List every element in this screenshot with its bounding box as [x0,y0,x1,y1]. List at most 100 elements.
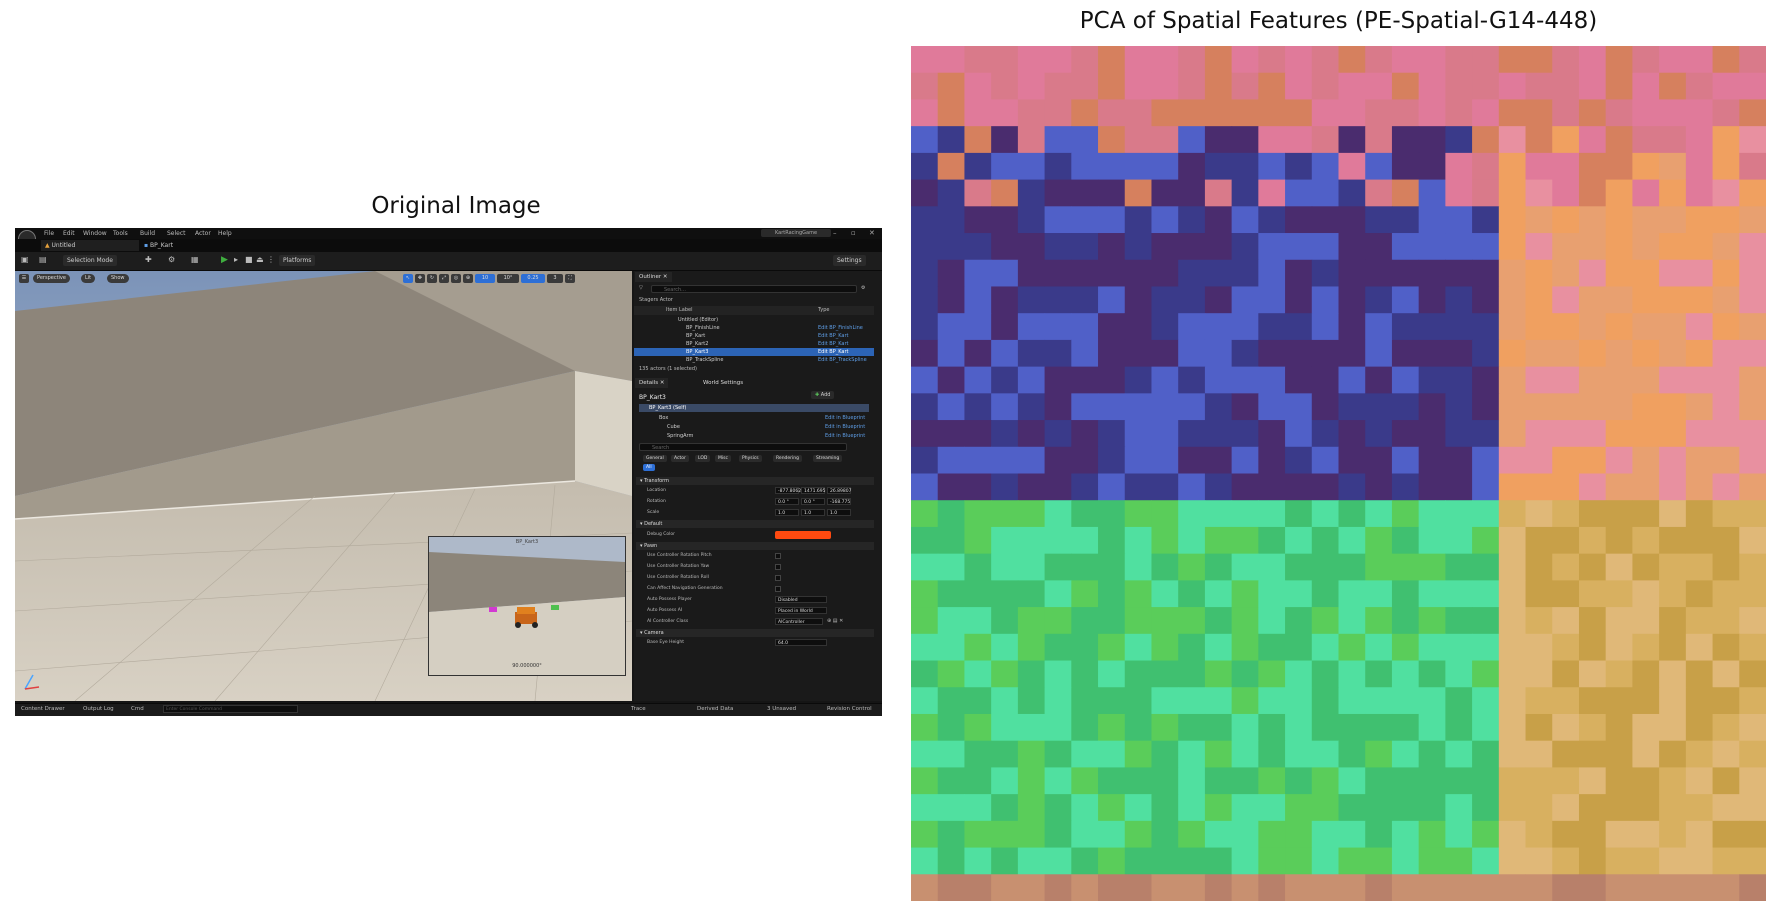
trace-button[interactable]: Trace [631,706,646,712]
browse-icon[interactable]: ⊕ ▤ ✕ [827,618,843,624]
blueprint-menu-icon[interactable]: ⚙ [168,255,175,264]
category-all[interactable]: All [643,464,655,471]
close-button[interactable]: ✕ [869,229,875,237]
eject-icon[interactable]: ⏏ [256,255,264,264]
component-link[interactable]: Edit in Blueprint [825,423,865,431]
rotation-x[interactable]: 0.0 ° [775,498,799,505]
outliner-row-selected[interactable]: BP_Kart3 Edit BP_Kart [634,348,874,356]
surface-snap-icon[interactable]: ⊕ [463,274,473,283]
scale-x[interactable]: 1.0 [775,509,799,516]
location-y[interactable]: 1471.695 [801,487,825,494]
lit-button[interactable]: Lit [81,274,96,283]
menu-window[interactable]: Window [83,230,107,237]
more-options-icon[interactable]: ⋮ [267,255,275,264]
outliner-row[interactable]: BP_Kart Edit BP_Kart [634,332,874,340]
category-actor[interactable]: Actor [671,455,689,462]
menu-actor[interactable]: Actor [195,230,211,237]
unsaved-button[interactable]: 3 Unsaved [767,706,796,712]
pawn-prop-checkbox[interactable] [775,575,781,581]
pawn-prop-checkbox[interactable] [775,553,781,559]
details-tab[interactable]: Details ✕ [635,378,669,388]
cinematics-icon[interactable]: ▦ [191,255,199,264]
auto-possess-player-select[interactable]: Disabled [775,596,827,603]
outliner-settings-icon[interactable]: ⚙ [861,285,865,291]
pawn-section[interactable]: ▾ Pawn [636,542,874,550]
save-icon[interactable]: ▣ [21,255,29,264]
scale-snap-button[interactable]: 0.25 [521,274,545,283]
rotate-tool-icon[interactable]: ↻ [427,274,437,283]
menu-tools[interactable]: Tools [113,230,128,237]
step-icon[interactable]: ▸ [234,255,238,264]
location-x[interactable]: -877.8062 [775,487,801,494]
scale-z[interactable]: 1.0 [827,509,851,516]
translate-tool-icon[interactable]: ✥ [415,274,425,283]
menu-file[interactable]: File [44,230,54,237]
pawn-prop-checkbox[interactable] [775,564,781,570]
pawn-prop-checkbox[interactable] [775,586,781,592]
outliner-search[interactable]: Search... [651,285,857,293]
selection-mode-button[interactable]: Selection Mode [63,255,117,266]
rotation-snap-button[interactable]: 10° [497,274,519,283]
menu-help[interactable]: Help [218,230,232,237]
show-button[interactable]: Show [107,274,129,283]
camera-speed-button[interactable]: 3 [547,274,563,283]
filter-icon[interactable]: ▽ [639,285,643,291]
outliner-row[interactable]: BP_FinishLine Edit BP_FinishLine [634,324,874,332]
tab-bp-kart[interactable]: ▪ BP_Kart [140,240,238,251]
settings-button[interactable]: Settings [833,255,866,266]
category-misc[interactable]: Misc [715,455,731,462]
component-row[interactable]: Box Edit in Blueprint [639,414,869,422]
camera-section[interactable]: ▾ Camera [636,629,874,637]
play-icon[interactable]: ▶ [221,255,228,265]
content-browser-icon[interactable]: ▤ [39,255,47,264]
location-z[interactable]: 26.89807 [827,487,851,494]
minimize-button[interactable]: – [833,229,837,237]
console-input[interactable]: Enter Console Command [163,705,298,713]
scale-y[interactable]: 1.0 [801,509,825,516]
details-search[interactable]: Search [639,443,847,451]
category-streaming[interactable]: Streaming [813,455,843,462]
menu-build[interactable]: Build [140,230,155,237]
derived-data-button[interactable]: Derived Data [697,706,733,712]
menu-edit[interactable]: Edit [63,230,75,237]
stop-icon[interactable]: ■ [245,255,253,264]
viewport-menu-icon[interactable]: ☰ [19,274,29,283]
content-drawer-button[interactable]: Content Drawer [21,706,65,712]
auto-possess-ai-select[interactable]: Placed in World [775,607,827,614]
revision-control-button[interactable]: Revision Control [827,706,872,712]
default-section[interactable]: ▾ Default [636,520,874,528]
menu-select[interactable]: Select [167,230,186,237]
add-actor-icon[interactable]: ✚ [145,255,152,264]
category-general[interactable]: General [643,455,667,462]
grid-snap-button[interactable]: 10 [475,274,495,283]
outliner-tab[interactable]: Outliner ✕ [635,272,672,282]
outliner-col-label[interactable]: Item Label [666,306,692,315]
world-local-icon[interactable]: ◎ [451,274,461,283]
level-viewport[interactable]: ☰ Perspective Lit Show ↖ ✥ ↻ ⤢ ◎ ⊕ 10 10… [15,271,632,701]
tab-untitled[interactable]: ▲ Untitled [41,240,139,251]
rotation-z[interactable]: -168.775 [827,498,851,505]
outliner-col-type[interactable]: Type [818,306,829,315]
world-settings-tab[interactable]: World Settings [699,378,748,388]
outliner-row[interactable]: BP_Kart2 Edit BP_Kart [634,340,874,348]
select-tool-icon[interactable]: ↖ [403,274,413,283]
perspective-button[interactable]: Perspective [33,274,70,283]
ai-controller-class-select[interactable]: AIController [775,618,823,625]
transform-section[interactable]: ▾ Transform [636,477,874,485]
category-lod[interactable]: LOD [695,455,711,462]
component-row[interactable]: BP_Kart3 (Self) [639,404,869,412]
component-link[interactable]: Edit in Blueprint [825,414,865,422]
platforms-button[interactable]: Platforms [279,255,316,266]
add-component-button[interactable]: ✚ Add [811,391,835,399]
scale-tool-icon[interactable]: ⤢ [439,274,449,283]
rotation-y[interactable]: 0.0 ° [801,498,825,505]
output-log-button[interactable]: Output Log [83,706,114,712]
category-physics[interactable]: Physics [739,455,762,462]
outliner-row[interactable]: Untitled (Editor) [634,316,874,324]
maximize-button[interactable]: ▫ [851,229,856,237]
cmd-button[interactable]: Cmd [131,706,144,712]
component-row[interactable]: SpringArm Edit in Blueprint [639,432,869,440]
category-rendering[interactable]: Rendering [773,455,802,462]
base-eye-height-field[interactable]: 64.0 [775,639,827,646]
component-row[interactable]: Cube Edit in Blueprint [639,423,869,431]
